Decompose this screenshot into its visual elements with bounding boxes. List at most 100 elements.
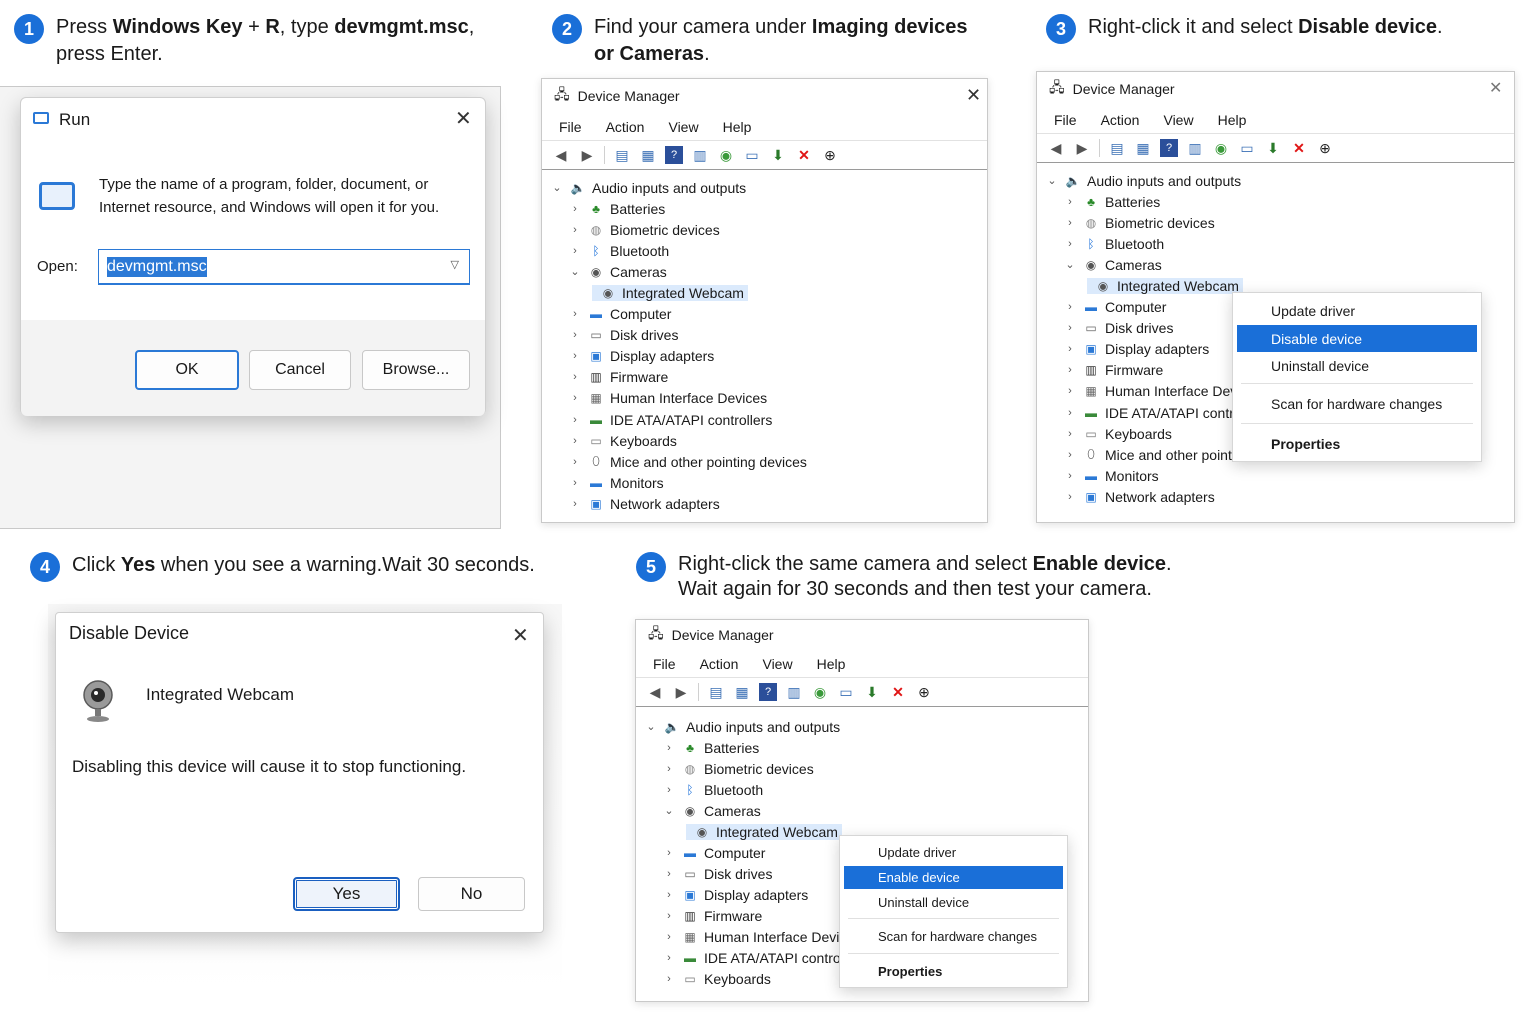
tree-item-biometric[interactable]: › ◍ Biometric devices (1043, 212, 1514, 233)
chevron-right-icon[interactable]: › (1061, 428, 1079, 440)
open-input[interactable]: devmgmt.msc ▽ (98, 249, 470, 285)
properties-icon[interactable]: ▦ (639, 146, 657, 164)
enable-icon[interactable]: ⊕ (821, 146, 839, 164)
tree-item-bluetooth[interactable]: › ᛒ Bluetooth (548, 240, 987, 261)
menu-item-uninstall-device[interactable]: Uninstall device (1237, 352, 1477, 380)
show-hide-icon[interactable]: ▤ (1108, 139, 1126, 157)
close-icon[interactable]: ✕ (455, 106, 472, 131)
tree-item-audio[interactable]: ⌄ 🔈 Audio inputs and outputs (1043, 170, 1514, 191)
tree-item-display-adapters[interactable]: › ▣ Display adapters (548, 346, 987, 367)
menu-item-update-driver[interactable]: Update driver (1237, 297, 1477, 325)
menu-action[interactable]: Action (606, 119, 645, 135)
menu-item-disable-device[interactable]: Disable device (1237, 325, 1477, 352)
chevron-right-icon[interactable]: › (1061, 407, 1079, 419)
tree-item-monitors[interactable]: › ▬ Monitors (548, 472, 987, 493)
chevron-right-icon[interactable]: › (566, 477, 584, 489)
help-icon[interactable]: ? (1160, 139, 1178, 157)
update-driver-icon[interactable]: ◉ (1212, 139, 1230, 157)
tree-item-batteries[interactable]: › ♣ Batteries (1043, 191, 1514, 212)
menu-help[interactable]: Help (817, 656, 846, 672)
tree-item-network[interactable]: › ▣ Network adapters (548, 493, 987, 514)
chevron-right-icon[interactable]: › (566, 498, 584, 510)
menu-item-scan-hardware[interactable]: Scan for hardware changes (844, 922, 1063, 950)
close-icon[interactable]: ✕ (966, 85, 981, 106)
enable-icon[interactable]: ⊕ (1316, 139, 1334, 157)
tree-item-batteries[interactable]: › ♣ Batteries (548, 198, 987, 219)
tree-item-integrated-webcam[interactable]: ◉ Integrated Webcam (548, 282, 987, 303)
menu-item-scan-hardware[interactable]: Scan for hardware changes (1237, 389, 1477, 419)
no-button[interactable]: No (418, 877, 525, 911)
menu-file[interactable]: File (653, 656, 676, 672)
chevron-right-icon[interactable]: › (566, 414, 584, 426)
chevron-right-icon[interactable]: › (566, 308, 584, 320)
tree-item-biometric[interactable]: › ◍ Biometric devices (548, 219, 987, 240)
properties-icon[interactable]: ▦ (1134, 139, 1152, 157)
properties-icon[interactable]: ▦ (733, 683, 751, 701)
menu-item-properties[interactable]: Properties (1237, 429, 1477, 459)
view-icon[interactable]: ▥ (785, 683, 803, 701)
chevron-right-icon[interactable]: › (660, 931, 678, 943)
chevron-right-icon[interactable]: › (566, 371, 584, 383)
close-icon[interactable]: ✕ (1489, 78, 1502, 98)
scan-icon[interactable]: ▭ (837, 683, 855, 701)
chevron-right-icon[interactable]: › (660, 868, 678, 880)
chevron-down-icon[interactable]: ⌄ (642, 720, 660, 733)
close-icon[interactable]: ✕ (512, 623, 529, 648)
forward-icon[interactable]: ▶ (672, 683, 690, 701)
tree-item-keyboards[interactable]: › ▭ Keyboards (548, 430, 987, 451)
chevron-right-icon[interactable]: › (1061, 322, 1079, 334)
chevron-right-icon[interactable]: › (566, 435, 584, 447)
menu-item-update-driver[interactable]: Update driver (844, 840, 1063, 865)
chevron-right-icon[interactable]: › (660, 847, 678, 859)
tree-item-audio[interactable]: ⌄ 🔈 Audio inputs and outputs (642, 716, 1088, 737)
tree-item-computer[interactable]: › ▬ Computer (548, 304, 987, 325)
tree-item-batteries[interactable]: › ♣ Batteries (642, 737, 1088, 758)
menu-view[interactable]: View (762, 656, 792, 672)
add-driver-icon[interactable]: ⬇ (769, 146, 787, 164)
tree-item-audio[interactable]: ⌄ 🔈 Audio inputs and outputs (548, 177, 987, 198)
menu-help[interactable]: Help (723, 119, 752, 135)
forward-icon[interactable]: ▶ (1073, 139, 1091, 157)
tree-item-cameras[interactable]: ⌄ ◉ Cameras (548, 261, 987, 282)
tree-item-disk-drives[interactable]: › ▭ Disk drives (548, 325, 987, 346)
help-icon[interactable]: ? (665, 146, 683, 164)
chevron-right-icon[interactable]: › (660, 973, 678, 985)
chevron-right-icon[interactable]: › (1061, 470, 1079, 482)
uninstall-icon[interactable]: ✕ (795, 146, 813, 164)
enable-icon[interactable]: ⊕ (915, 683, 933, 701)
chevron-right-icon[interactable]: › (660, 784, 678, 796)
tree-item-cameras[interactable]: ⌄ ◉ Cameras (642, 800, 1088, 821)
scan-icon[interactable]: ▭ (743, 146, 761, 164)
add-driver-icon[interactable]: ⬇ (863, 683, 881, 701)
chevron-right-icon[interactable]: › (1061, 364, 1079, 376)
chevron-right-icon[interactable]: › (566, 392, 584, 404)
tree-item-monitors[interactable]: › ▬ Monitors (1043, 465, 1514, 486)
scan-icon[interactable]: ▭ (1238, 139, 1256, 157)
tree-item-firmware[interactable]: › ▥ Firmware (548, 367, 987, 388)
back-icon[interactable]: ◀ (646, 683, 664, 701)
chevron-down-icon[interactable]: ⌄ (1061, 258, 1079, 271)
menu-file[interactable]: File (559, 119, 582, 135)
chevron-right-icon[interactable]: › (566, 329, 584, 341)
chevron-down-icon[interactable]: ⌄ (660, 804, 678, 817)
tree-item-cameras[interactable]: ⌄ ◉ Cameras (1043, 254, 1514, 275)
tree-item-ide[interactable]: › ▬ IDE ATA/ATAPI controllers (548, 409, 987, 430)
show-hide-icon[interactable]: ▤ (613, 146, 631, 164)
yes-button[interactable]: Yes (293, 877, 400, 911)
chevron-right-icon[interactable]: › (1061, 491, 1079, 503)
chevron-right-icon[interactable]: › (566, 203, 584, 215)
menu-help[interactable]: Help (1218, 112, 1247, 128)
menu-view[interactable]: View (1163, 112, 1193, 128)
chevron-right-icon[interactable]: › (1061, 449, 1079, 461)
uninstall-icon[interactable]: ✕ (889, 683, 907, 701)
chevron-down-icon[interactable]: ⌄ (1043, 174, 1061, 187)
chevron-right-icon[interactable]: › (566, 224, 584, 236)
chevron-right-icon[interactable]: › (1061, 217, 1079, 229)
menu-view[interactable]: View (668, 119, 698, 135)
cancel-button[interactable]: Cancel (249, 350, 351, 390)
chevron-right-icon[interactable]: › (1061, 343, 1079, 355)
menu-action[interactable]: Action (1101, 112, 1140, 128)
back-icon[interactable]: ◀ (1047, 139, 1065, 157)
tree-item-biometric[interactable]: › ◍ Biometric devices (642, 758, 1088, 779)
menu-action[interactable]: Action (700, 656, 739, 672)
